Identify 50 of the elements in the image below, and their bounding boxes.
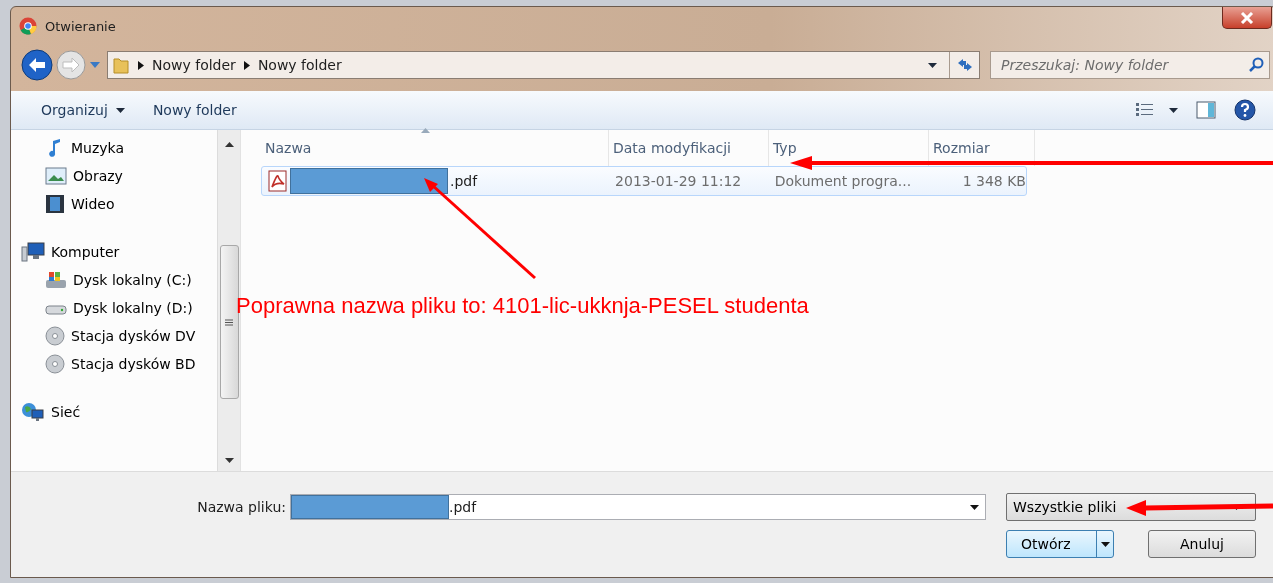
sidebar-item[interactable]: Komputer bbox=[21, 238, 217, 266]
preview-pane-icon[interactable] bbox=[1196, 101, 1216, 119]
folder-icon bbox=[112, 55, 130, 75]
computer-icon bbox=[21, 242, 45, 262]
search-field[interactable]: Przeszukaj: Nowy folder bbox=[990, 51, 1270, 79]
film-icon bbox=[45, 194, 65, 214]
image-icon bbox=[45, 167, 67, 185]
view-options-icon[interactable] bbox=[1136, 102, 1178, 118]
sidebar-item[interactable]: Stacja dysków DV bbox=[21, 322, 217, 350]
grip-icon bbox=[225, 318, 233, 326]
disc-icon bbox=[45, 326, 65, 346]
back-button[interactable] bbox=[21, 49, 53, 81]
window-title: Otwieranie bbox=[45, 18, 116, 34]
file-name: .pdf bbox=[450, 173, 478, 189]
organize-menu[interactable]: Organizuj bbox=[33, 98, 137, 122]
chevron-icon bbox=[138, 60, 144, 70]
scroll-up-icon[interactable] bbox=[224, 142, 234, 147]
drive-icon bbox=[45, 270, 67, 290]
new-folder-button[interactable]: Nowy folder bbox=[144, 98, 249, 122]
close-icon bbox=[1240, 11, 1254, 24]
sort-arrow-icon bbox=[421, 128, 430, 133]
breadcrumb[interactable]: Nowy folder bbox=[152, 57, 236, 73]
dropdown-caret-icon bbox=[928, 62, 937, 68]
dropdown-caret-icon bbox=[970, 504, 979, 510]
breadcrumb[interactable]: Nowy folder bbox=[257, 57, 342, 73]
help-icon[interactable] bbox=[1234, 99, 1256, 121]
size-cell-text: 1 348 KB bbox=[961, 173, 1026, 189]
filename-field[interactable]: .pdf bbox=[290, 494, 986, 520]
sidebar-item[interactable]: Dysk lokalny (D:) bbox=[21, 294, 217, 322]
field-label: Nazwa pliku: bbox=[197, 499, 286, 515]
network-icon bbox=[21, 402, 45, 422]
sidebar-item[interactable]: Dysk lokalny (C:) bbox=[21, 266, 217, 294]
annotation-text: Poprawna nazwa pliku to: 4101-lic-ukknja-PESEL studenta bbox=[236, 293, 809, 319]
file-row[interactable]: .pdf 2013-01-29 11:12 Dokument progra... 1 348 KB bbox=[261, 166, 1027, 196]
search-icon bbox=[1248, 57, 1264, 73]
type-cell-text: Dokument progra... bbox=[773, 173, 913, 189]
pdf-file-icon bbox=[268, 170, 288, 192]
sidebar-item[interactable]: Muzyka bbox=[21, 134, 217, 162]
browser-logo-icon bbox=[19, 17, 37, 35]
scroll-down-icon[interactable] bbox=[224, 458, 234, 463]
chevron-icon bbox=[243, 60, 250, 70]
sidebar-item[interactable]: Wideo bbox=[21, 190, 217, 218]
sidebar-item[interactable]: Stacja dysków BD bbox=[21, 350, 217, 378]
date-cell-text: 2013-01-29 11:12 bbox=[614, 173, 743, 189]
sidebar-item[interactable]: Sieć bbox=[21, 398, 217, 426]
disc-icon bbox=[45, 354, 65, 374]
sidebar-item[interactable]: Obrazy bbox=[21, 162, 217, 190]
close-button[interactable] bbox=[1222, 7, 1272, 29]
open-button[interactable]: Otwórz bbox=[1006, 530, 1115, 558]
cancel-button[interactable]: Anuluj bbox=[1148, 530, 1256, 558]
